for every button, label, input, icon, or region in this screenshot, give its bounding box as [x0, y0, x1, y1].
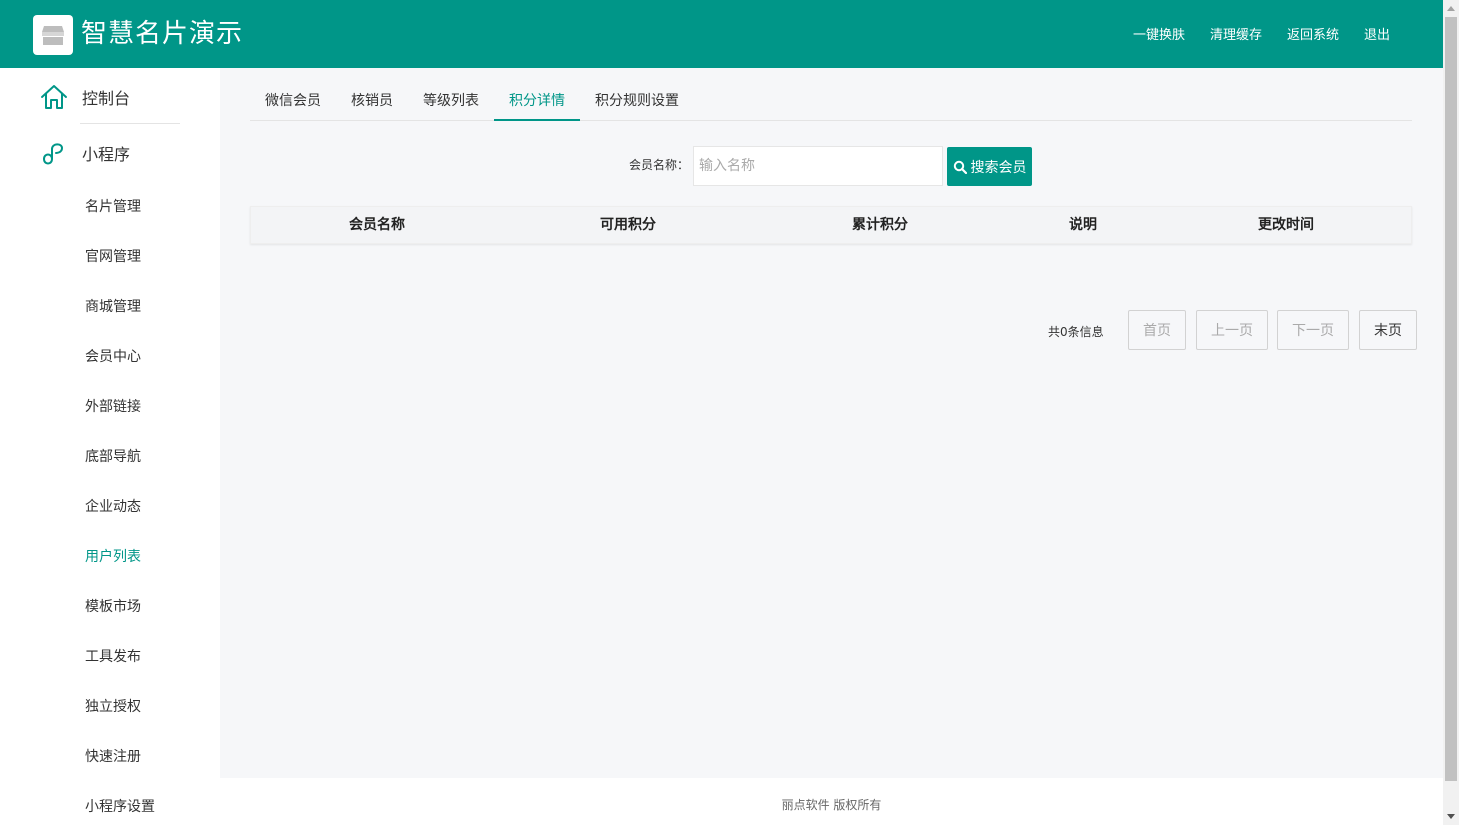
switch-skin-link[interactable]: 一键换肤 — [1133, 24, 1185, 43]
column-header-total-points: 累计积分 — [852, 217, 908, 233]
sidebar-item-external-links[interactable]: 外部链接 — [85, 396, 141, 416]
scrollbar-thumb[interactable] — [1445, 17, 1457, 781]
sidebar-item-company-news[interactable]: 企业动态 — [85, 496, 141, 516]
sidebar: 控制台 小程序 名片管理 官网管理 商城管理 会员中心 外部链接 底部导航 企业… — [0, 68, 220, 825]
sidebar-item-miniprogram[interactable]: 小程序 — [40, 138, 130, 168]
search-member-button[interactable]: 搜索会员 — [947, 147, 1032, 186]
last-page-button[interactable]: 末页 — [1359, 310, 1417, 350]
points-table: 会员名称 可用积分 累计积分 说明 更改时间 — [250, 206, 1412, 244]
tab-bar: 微信会员 核销员 等级列表 积分详情 积分规则设置 — [250, 87, 1412, 121]
header-nav: 一键换肤 清理缓存 返回系统 退出 — [1108, 24, 1390, 43]
column-header-change-time: 更改时间 — [1258, 217, 1314, 233]
sidebar-item-member-center[interactable]: 会员中心 — [85, 346, 141, 366]
main-content: 微信会员 核销员 等级列表 积分详情 积分规则设置 会员名称： 搜索会员 会员名… — [220, 68, 1443, 778]
member-name-label: 会员名称： — [629, 158, 690, 172]
sidebar-divider — [80, 123, 180, 124]
copyright-text: 丽点软件 版权所有 — [781, 798, 882, 812]
sidebar-item-mall-manage[interactable]: 商城管理 — [85, 296, 141, 316]
first-page-button[interactable]: 首页 — [1128, 310, 1186, 350]
sidebar-item-label: 控制台 — [82, 89, 131, 108]
sidebar-item-label: 小程序 — [82, 145, 131, 164]
clear-cache-link[interactable]: 清理缓存 — [1210, 24, 1262, 43]
top-header: 智慧名片演示 一键换肤 清理缓存 返回系统 退出 — [0, 0, 1443, 68]
footer: 丽点软件 版权所有 — [220, 778, 1443, 825]
sidebar-item-bottom-nav[interactable]: 底部导航 — [85, 446, 141, 466]
column-header-member-name: 会员名称 — [349, 217, 405, 233]
scroll-down-arrow-icon[interactable] — [1447, 814, 1455, 819]
sidebar-item-template-market[interactable]: 模板市场 — [85, 596, 141, 616]
sidebar-item-miniprogram-settings[interactable]: 小程序设置 — [85, 796, 155, 816]
sidebar-item-user-list[interactable]: 用户列表 — [85, 546, 141, 566]
sidebar-item-console[interactable]: 控制台 — [40, 82, 130, 112]
logout-link[interactable]: 退出 — [1364, 24, 1390, 43]
column-header-description: 说明 — [1069, 217, 1097, 233]
sidebar-item-website-manage[interactable]: 官网管理 — [85, 246, 141, 266]
sidebar-item-quick-register[interactable]: 快速注册 — [85, 746, 141, 766]
search-button-label: 搜索会员 — [970, 159, 1027, 176]
pagination-info: 共0条信息 — [1048, 325, 1104, 339]
next-page-button[interactable]: 下一页 — [1277, 310, 1349, 350]
sidebar-item-independent-auth[interactable]: 独立授权 — [85, 696, 141, 716]
sidebar-item-tool-publish[interactable]: 工具发布 — [85, 646, 141, 666]
sidebar-item-card-manage[interactable]: 名片管理 — [85, 196, 141, 216]
miniprogram-icon — [43, 143, 64, 165]
column-header-available-points: 可用积分 — [600, 217, 656, 233]
search-icon — [953, 160, 967, 174]
tab-verifiers[interactable]: 核销员 — [336, 87, 408, 120]
logo — [33, 15, 73, 55]
home-icon — [41, 85, 67, 109]
store-icon — [42, 26, 64, 45]
vertical-scrollbar[interactable] — [1443, 0, 1459, 825]
app-title: 智慧名片演示 — [81, 19, 244, 49]
back-to-system-link[interactable]: 返回系统 — [1287, 24, 1339, 43]
prev-page-button[interactable]: 上一页 — [1196, 310, 1268, 350]
member-name-input[interactable] — [693, 146, 943, 186]
tab-wechat-members[interactable]: 微信会员 — [250, 87, 336, 120]
scroll-up-arrow-icon[interactable] — [1447, 6, 1455, 11]
tab-level-list[interactable]: 等级列表 — [408, 87, 494, 120]
tab-points-detail[interactable]: 积分详情 — [494, 87, 580, 121]
tab-points-rules[interactable]: 积分规则设置 — [580, 87, 694, 120]
